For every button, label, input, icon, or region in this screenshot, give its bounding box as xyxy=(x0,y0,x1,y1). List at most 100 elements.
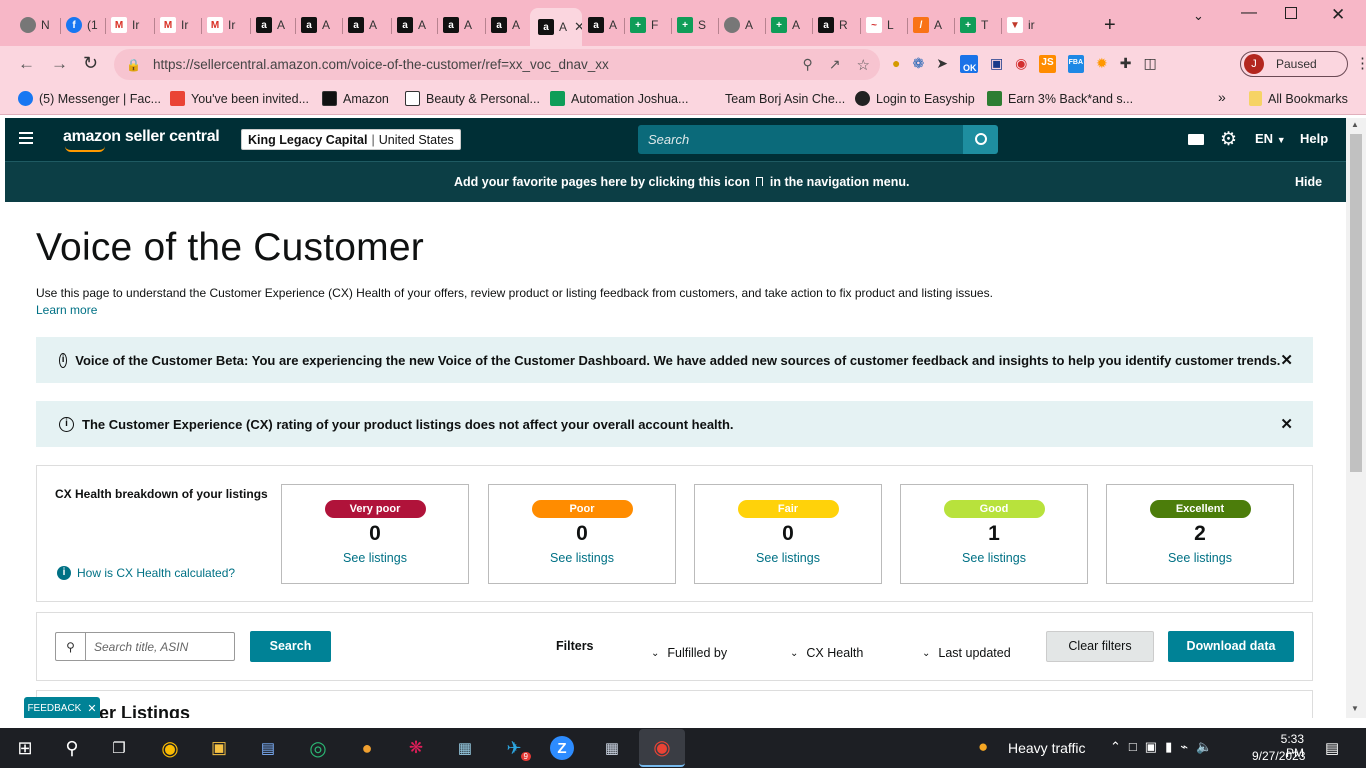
browser-tab[interactable]: / A xyxy=(913,10,955,40)
bookmark-item[interactable]: Login to Easyship xyxy=(855,91,975,106)
hide-favorites-link[interactable]: Hide xyxy=(1295,175,1322,189)
browser-tab[interactable]: aA xyxy=(348,10,390,40)
fba-extension-icon[interactable]: FBA xyxy=(1067,55,1085,73)
gear-extension-icon[interactable]: ❁ xyxy=(912,55,924,73)
feedback-button[interactable]: FEEDBACK ✕ xyxy=(24,697,100,718)
bookmark-item[interactable]: (5) Messenger | Fac... xyxy=(18,91,161,106)
browser-tab[interactable]: aA xyxy=(443,10,485,40)
last-updated-filter[interactable]: ⌄ Last updated xyxy=(922,646,1011,660)
star-icon[interactable]: ☆ xyxy=(857,56,870,74)
telegram-taskbar-icon[interactable]: ✈ 9 xyxy=(501,736,531,761)
header-search-button[interactable] xyxy=(963,125,998,154)
help-link[interactable]: Help xyxy=(1300,131,1328,146)
slack-taskbar-icon[interactable]: ❋ xyxy=(403,736,429,760)
system-tray[interactable]: ⌃ □ ▣ ▮ ⌁ 🔈 xyxy=(1110,739,1212,755)
search-button[interactable]: Search xyxy=(250,631,331,662)
puzzle-extension-icon[interactable]: ✚ xyxy=(1120,55,1132,73)
close-icon[interactable]: ✕ xyxy=(1280,415,1293,433)
browser-tab[interactable]: ~ L xyxy=(866,10,908,40)
close-icon[interactable]: ✕ xyxy=(1280,351,1293,369)
maximize-icon[interactable] xyxy=(1285,7,1297,19)
address-bar[interactable]: 🔒 https://sellercentral.amazon.com/voice… xyxy=(114,49,880,80)
all-bookmarks[interactable]: All Bookmarks xyxy=(1249,91,1348,106)
more-bookmarks-icon[interactable]: » xyxy=(1218,89,1226,105)
profile-button[interactable]: J Paused xyxy=(1240,51,1348,77)
pokeball-extension-icon[interactable]: ◉ xyxy=(1015,55,1027,73)
wifi-icon[interactable]: ⌁ xyxy=(1180,739,1188,755)
share-icon[interactable]: ↗ xyxy=(829,56,841,73)
close-icon[interactable]: ✕ xyxy=(87,702,96,715)
back-icon[interactable]: ← xyxy=(18,54,35,74)
browser-tab[interactable]: + T xyxy=(960,10,1002,40)
chart-extension-icon[interactable]: ▣ xyxy=(990,55,1003,73)
browser-tab[interactable]: + F xyxy=(630,10,672,40)
seller-central-logo[interactable]: amazon seller central xyxy=(63,128,220,146)
orange-extension-icon[interactable]: ✹ xyxy=(1096,55,1108,73)
clock-date[interactable]: 9/27/2023 xyxy=(1252,749,1305,763)
scroll-down-icon[interactable]: ▼ xyxy=(1351,704,1359,713)
store-selector[interactable]: King Legacy Capital | United States xyxy=(241,129,461,150)
volume-icon[interactable]: 🔈 xyxy=(1196,739,1212,755)
browser-tab[interactable]: aA xyxy=(588,10,626,40)
reload-icon[interactable]: ↻ xyxy=(83,53,98,74)
zoom-taskbar-icon[interactable]: Z xyxy=(550,736,574,760)
browser-tab[interactable]: f (1 xyxy=(66,10,108,40)
bookmark-item[interactable]: Amazon xyxy=(322,91,389,106)
tray-app-icon[interactable]: ▣ xyxy=(1145,739,1157,755)
bookmark-item[interactable]: You've been invited... xyxy=(170,91,309,106)
minimize-icon[interactable]: — xyxy=(1241,4,1257,22)
see-listings-link[interactable]: See listings xyxy=(282,551,468,565)
clear-filters-button[interactable]: Clear filters xyxy=(1046,631,1154,662)
how-calculated-link[interactable]: i How is CX Health calculated? xyxy=(57,566,235,580)
ok-extension-icon[interactable]: OK xyxy=(959,55,978,73)
close-tab-icon[interactable]: ✕ xyxy=(574,19,582,35)
browser-tab[interactable]: aA xyxy=(397,10,439,40)
browser-tab[interactable]: aR xyxy=(818,10,860,40)
task-view-icon[interactable]: ❐ xyxy=(106,736,132,760)
notes-taskbar-icon[interactable]: ▦ xyxy=(452,736,478,760)
header-search-input[interactable]: Search xyxy=(638,125,963,154)
browser-tab[interactable]: M Ir xyxy=(111,10,153,40)
bookmark-item[interactable]: Earn 3% Back*and s... xyxy=(987,91,1133,106)
zoom-icon[interactable]: ⚲ xyxy=(803,56,813,73)
bookmark-item[interactable]: Automation Joshua... xyxy=(550,91,688,106)
windows-start-icon[interactable]: ⊞ xyxy=(12,736,38,760)
bookmark-item[interactable]: Beauty & Personal... xyxy=(405,91,540,106)
app-taskbar-icon[interactable]: ▤ xyxy=(255,736,281,760)
settings-icon[interactable]: ⚙ xyxy=(1220,128,1237,151)
listing-search-input[interactable]: Search title, ASIN xyxy=(94,640,188,654)
url-text[interactable]: https://sellercentral.amazon.com/voice-o… xyxy=(153,57,803,72)
js-extension-icon[interactable]: JS xyxy=(1039,55,1056,73)
file-explorer-icon[interactable]: ▣ xyxy=(206,736,232,760)
chevron-up-icon[interactable]: ⌃ xyxy=(1110,739,1121,755)
forward-icon[interactable]: → xyxy=(51,54,68,74)
browser-tab[interactable]: + S xyxy=(677,10,719,40)
chrome-taskbar-icon[interactable]: ◉ xyxy=(157,736,183,760)
see-listings-link[interactable]: See listings xyxy=(901,551,1087,565)
browser-tab[interactable]: A xyxy=(724,10,766,40)
tab-active[interactable]: a A ✕ xyxy=(530,8,582,46)
notification-icon[interactable]: ▤ xyxy=(1325,739,1339,757)
browser-menu-icon[interactable]: ⋮ xyxy=(1355,54,1366,72)
traffic-light-icon[interactable]: ● xyxy=(978,737,988,757)
scroll-thumb[interactable] xyxy=(1350,134,1362,472)
see-listings-link[interactable]: See listings xyxy=(695,551,881,565)
weather-text[interactable]: Heavy traffic xyxy=(1008,740,1086,756)
scroll-up-icon[interactable]: ▲ xyxy=(1351,120,1359,129)
browser-tab[interactable]: aA xyxy=(256,10,298,40)
listing-search[interactable]: ⚲ Search title, ASIN xyxy=(55,632,235,661)
tab-search-icon[interactable]: ⌄ xyxy=(1193,8,1204,24)
browser-tab[interactable]: M Ir xyxy=(207,10,249,40)
taskbar-search-icon[interactable]: ⚲ xyxy=(59,736,85,760)
edge-taskbar-icon[interactable]: ◎ xyxy=(305,736,331,760)
mail-icon[interactable] xyxy=(1188,134,1204,145)
vpn-taskbar-icon[interactable]: ● xyxy=(354,736,380,760)
learn-more-link[interactable]: Learn more xyxy=(36,303,97,317)
meet-icon[interactable]: □ xyxy=(1129,739,1137,755)
new-tab-button[interactable]: + xyxy=(1104,14,1116,37)
browser-tab[interactable]: ▼ ir xyxy=(1007,10,1049,40)
chrome-active-taskbar-icon[interactable]: ◉ xyxy=(639,729,685,767)
browser-tab[interactable]: M Ir xyxy=(160,10,202,40)
language-selector[interactable]: EN ▼ xyxy=(1255,131,1286,146)
bookmark-item[interactable]: Team Borj Asin Che... xyxy=(704,91,845,106)
